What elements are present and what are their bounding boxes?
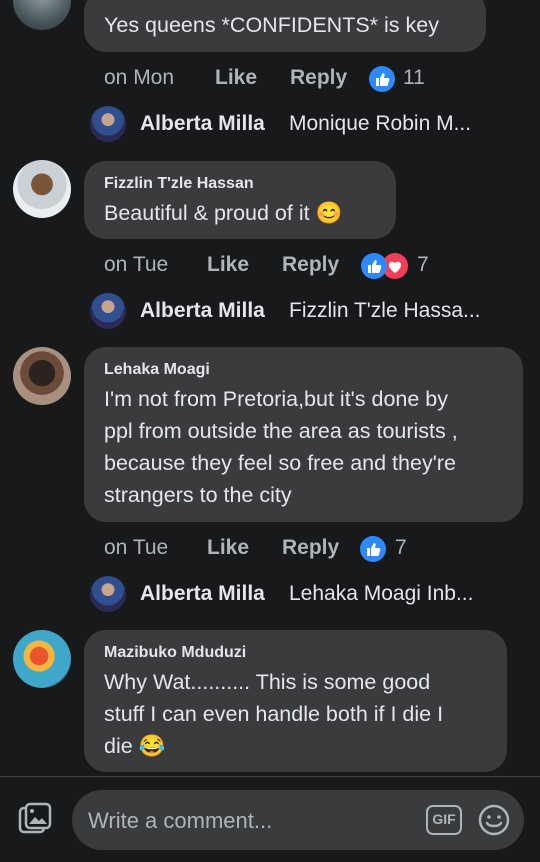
reply-button[interactable]: Reply [282, 253, 339, 277]
reply-preview[interactable]: Alberta Milla Fizzlin T'zle Hassa... [90, 293, 530, 333]
like-button[interactable]: Like [207, 253, 249, 277]
comment-text-line: I'm not from Pretoria,but it's done by [104, 387, 448, 411]
comment-text-line: Why Wat.......... This is some good [104, 670, 431, 694]
comment-bubble: Yes queens *CONFIDENTS* is key [84, 0, 486, 52]
comment-time: on Mon [104, 66, 175, 89]
comment-author[interactable]: Fizzlin T'zle Hassan [104, 175, 254, 193]
reaction-count[interactable]: 7 [417, 253, 429, 277]
replier-avatar [90, 576, 126, 612]
commenter-avatar[interactable] [13, 630, 71, 688]
reply-button[interactable]: Reply [282, 536, 339, 560]
comment-input-placeholder: Write a comment... [88, 808, 273, 833]
reaction-count[interactable]: 7 [395, 536, 407, 560]
comment-author[interactable]: Mazibuko Mduduzi [104, 644, 246, 662]
comment-bubble: Mazibuko Mduduzi Why Wat.......... This … [84, 630, 507, 772]
reply-author[interactable]: Alberta Milla [140, 112, 265, 136]
emoji-icon[interactable] [477, 803, 511, 837]
commenter-avatar[interactable] [13, 0, 71, 30]
comment-text: Yes queens *CONFIDENTS* is key [104, 13, 439, 37]
reply-snippet: Fizzlin T'zle Hassa... [289, 299, 481, 322]
comment-bubble: Fizzlin T'zle Hassan Beautiful & proud o… [84, 161, 396, 239]
like-reaction-icon[interactable] [360, 536, 386, 562]
reaction-count[interactable]: 11 [403, 66, 425, 90]
reply-snippet: Lehaka Moagi Inb... [289, 582, 474, 605]
reply-preview[interactable]: Alberta Milla Monique Robin M... [90, 106, 530, 146]
comment-text-line: die 😂 [104, 734, 166, 758]
reply-preview[interactable]: Alberta Milla Lehaka Moagi Inb... [90, 576, 530, 616]
reply-author[interactable]: Alberta Milla [140, 582, 265, 606]
commenter-avatar[interactable] [13, 160, 71, 218]
replier-avatar [90, 293, 126, 329]
reply-snippet: Monique Robin M... [289, 112, 472, 135]
comment-author[interactable]: Lehaka Moagi [104, 361, 210, 379]
comment-text-line: because they feel so free and they're [104, 451, 456, 475]
replier-avatar [90, 106, 126, 142]
comment-text-line: strangers to the city [104, 483, 292, 507]
reply-author[interactable]: Alberta Milla [140, 299, 265, 323]
comment-text: Beautiful & proud of it 😊 [104, 201, 343, 225]
comment-text-line: ppl from outside the area as tourists , [104, 419, 458, 443]
like-button[interactable]: Like [215, 66, 257, 90]
commenter-avatar[interactable] [13, 347, 71, 405]
comment-bubble: Lehaka Moagi I'm not from Pretoria,but i… [84, 347, 523, 522]
comment-input[interactable]: Write a comment... GIF [72, 790, 524, 850]
like-reaction-icon[interactable] [369, 66, 395, 92]
photo-icon[interactable] [17, 802, 53, 838]
comment-time: on Tue [104, 536, 169, 559]
gif-label: GIF [432, 811, 456, 827]
gif-button[interactable]: GIF [426, 805, 462, 835]
like-button[interactable]: Like [207, 536, 249, 560]
comment-time: on Tue [104, 253, 169, 276]
reply-button[interactable]: Reply [290, 66, 347, 90]
comment-text-line: stuff I can even handle both if I die I [104, 702, 444, 726]
like-reaction-icon[interactable] [361, 253, 387, 279]
